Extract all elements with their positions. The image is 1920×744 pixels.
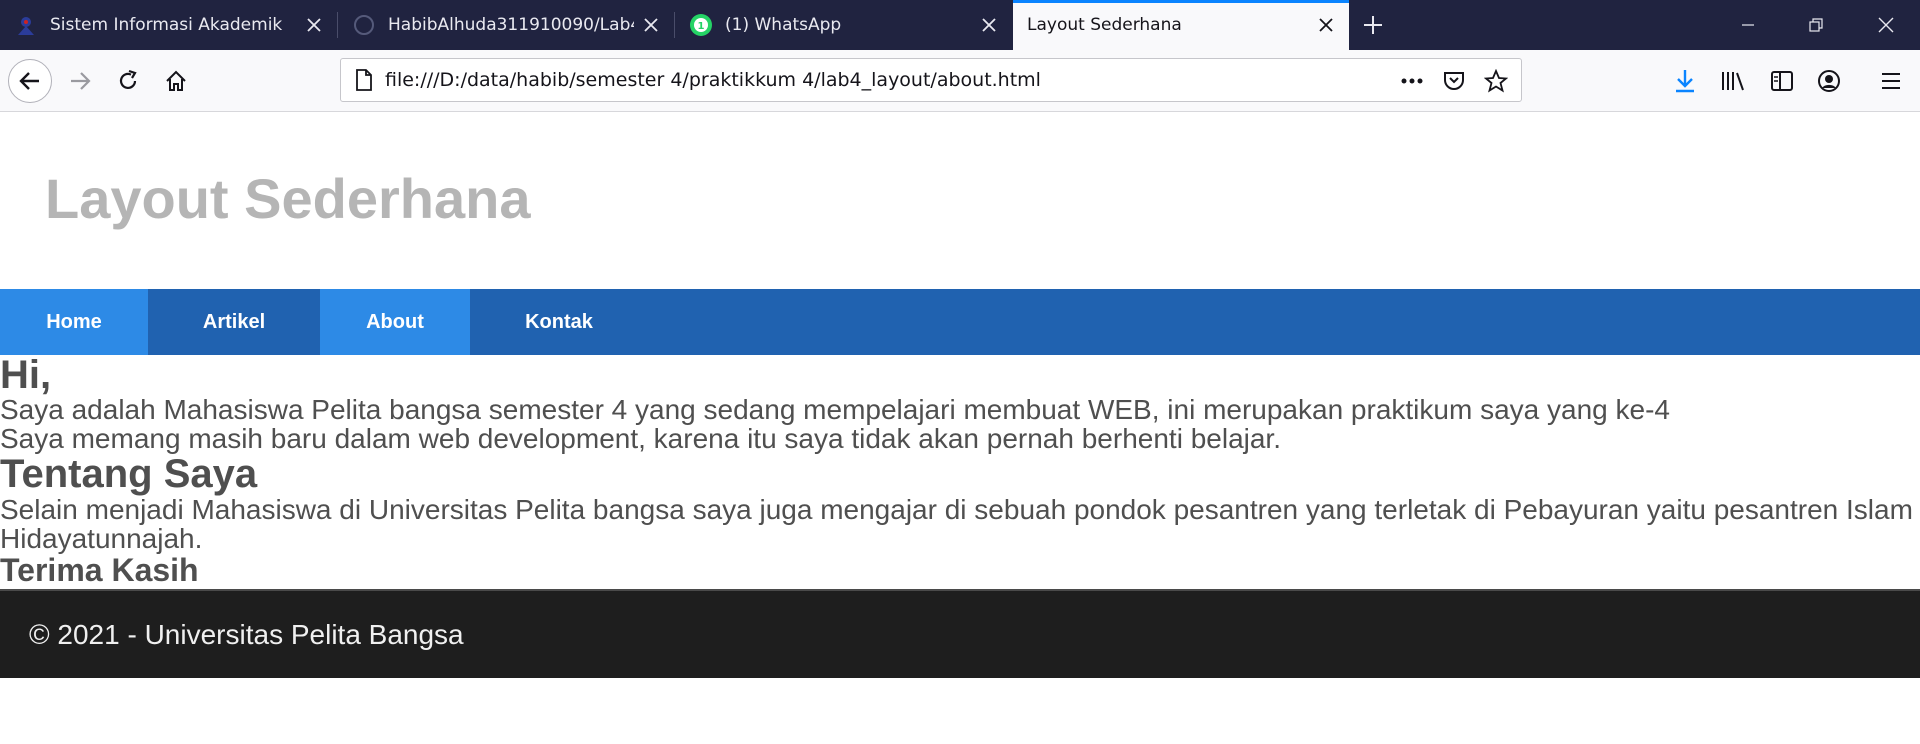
tab-bar: Sistem Informasi Akademik HabibAlhuda311… bbox=[0, 0, 1920, 50]
whatsapp-icon: 1 bbox=[689, 13, 713, 37]
reload-icon bbox=[119, 69, 137, 90]
tab-title: (1) WhatsApp bbox=[725, 15, 842, 35]
page-actions-button[interactable] bbox=[1395, 64, 1429, 98]
hamburger-icon bbox=[1882, 73, 1900, 89]
tab-title: Sistem Informasi Akademik bbox=[50, 15, 283, 35]
restore-button[interactable] bbox=[1782, 0, 1850, 50]
site-title: Layout Sederhana bbox=[45, 167, 531, 230]
arrow-right-icon bbox=[71, 72, 91, 90]
restore-icon bbox=[1809, 18, 1823, 32]
menu-button[interactable] bbox=[1873, 63, 1909, 99]
more-icon bbox=[1401, 78, 1423, 84]
site-header: Layout Sederhana bbox=[0, 112, 1920, 289]
footer-text: © 2021 - Universitas Pelita Bangsa bbox=[29, 618, 464, 650]
window-close-button[interactable] bbox=[1852, 0, 1920, 50]
about-text: Selain menjadi Mahasiswa di Universitas … bbox=[0, 494, 1913, 554]
bookmark-button[interactable] bbox=[1479, 64, 1513, 98]
library-button[interactable] bbox=[1715, 63, 1751, 99]
closing-heading: Terima Kasih bbox=[0, 552, 199, 588]
sidebar-button[interactable] bbox=[1764, 63, 1800, 99]
close-icon bbox=[1878, 17, 1894, 33]
forward-button[interactable] bbox=[58, 59, 102, 103]
pocket-button[interactable] bbox=[1437, 64, 1471, 98]
minimize-button[interactable] bbox=[1714, 0, 1782, 50]
nav-artikel[interactable]: Artikel bbox=[148, 289, 320, 355]
main-content: Hi, Saya adalah Mahasiswa Pelita bangsa … bbox=[0, 355, 1920, 587]
page-viewport: Layout Sederhana Home Artikel About Kont… bbox=[0, 112, 1920, 678]
intro-line-1: Saya adalah Mahasiswa Pelita bangsa seme… bbox=[0, 394, 1670, 425]
plus-icon bbox=[1364, 16, 1382, 34]
greeting-heading: Hi, bbox=[0, 353, 52, 397]
star-icon bbox=[1484, 69, 1508, 93]
tab-title: Layout Sederhana bbox=[1027, 15, 1182, 35]
about-heading: Tentang Saya bbox=[0, 452, 258, 496]
download-icon bbox=[1676, 70, 1694, 93]
tab-title: HabibAlhuda311910090/Lab4W bbox=[388, 15, 634, 35]
nav-home[interactable]: Home bbox=[0, 289, 148, 355]
site-footer: © 2021 - Universitas Pelita Bangsa bbox=[0, 589, 1920, 678]
svg-text:1: 1 bbox=[698, 21, 705, 32]
new-tab-button[interactable] bbox=[1356, 8, 1390, 42]
tab-github[interactable]: HabibAlhuda311910090/Lab4W bbox=[338, 0, 674, 50]
reload-button[interactable] bbox=[106, 59, 150, 103]
close-icon[interactable] bbox=[297, 8, 331, 42]
tab-whatsapp[interactable]: 1 (1) WhatsApp bbox=[675, 0, 1012, 50]
close-icon[interactable] bbox=[972, 8, 1006, 42]
nav-about[interactable]: About bbox=[320, 289, 470, 355]
account-button[interactable] bbox=[1811, 63, 1847, 99]
university-icon bbox=[14, 13, 38, 37]
tab-layout-sederhana[interactable]: Layout Sederhana bbox=[1013, 0, 1349, 50]
tab-sistem-informasi[interactable]: Sistem Informasi Akademik bbox=[0, 0, 337, 50]
sidebar-icon bbox=[1771, 71, 1793, 91]
downloads-button[interactable] bbox=[1667, 63, 1703, 99]
url-text[interactable]: file:///D:/data/habib/semester 4/praktik… bbox=[385, 69, 1041, 91]
browser-toolbar: file:///D:/data/habib/semester 4/praktik… bbox=[0, 50, 1920, 112]
github-icon bbox=[352, 13, 376, 37]
close-icon[interactable] bbox=[1309, 8, 1343, 42]
pocket-icon bbox=[1444, 72, 1464, 90]
nav-kontak[interactable]: Kontak bbox=[470, 289, 648, 355]
close-icon[interactable] bbox=[634, 8, 668, 42]
minimize-icon bbox=[1742, 24, 1754, 26]
home-icon bbox=[166, 70, 186, 91]
site-nav: Home Artikel About Kontak bbox=[0, 289, 1920, 355]
account-icon bbox=[1818, 70, 1840, 92]
home-button[interactable] bbox=[154, 59, 198, 103]
back-button[interactable] bbox=[8, 59, 52, 103]
page-icon bbox=[353, 69, 375, 91]
intro-line-2: Saya memang masih baru dalam web develop… bbox=[0, 423, 1281, 454]
url-bar[interactable]: file:///D:/data/habib/semester 4/praktik… bbox=[340, 58, 1522, 102]
arrow-left-icon bbox=[19, 72, 39, 90]
library-icon bbox=[1722, 72, 1744, 91]
